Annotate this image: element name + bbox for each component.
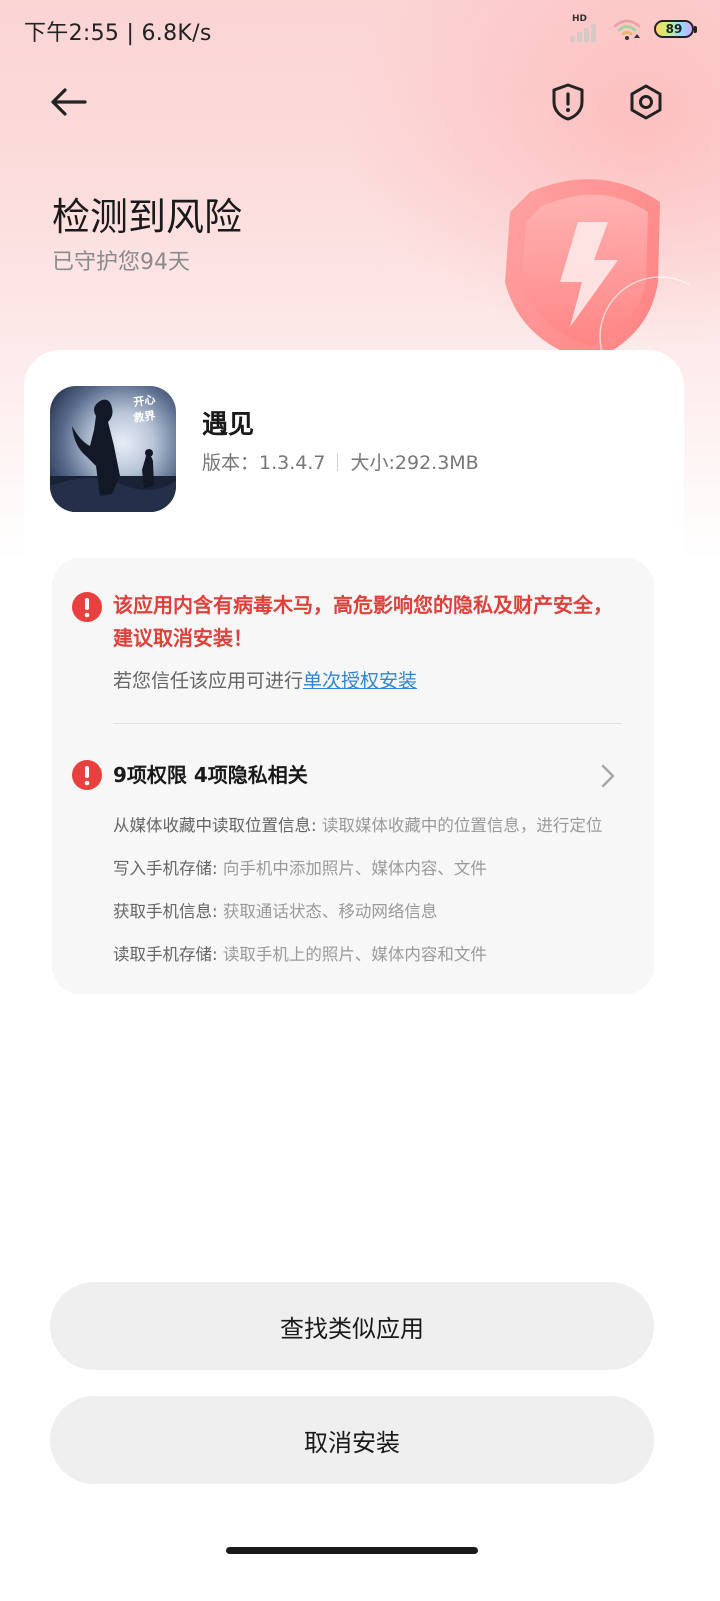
cancel-install-button[interactable]: 取消安装 — [50, 1396, 654, 1484]
network-badge: HD — [572, 14, 588, 24]
lightning-shield-icon — [505, 179, 690, 372]
status-time: 下午2:55 | 6.8K/s — [24, 21, 212, 46]
back-button[interactable] — [44, 78, 92, 126]
permission-item: 从媒体收藏中读取位置信息: 读取媒体收藏中的位置信息，进行定位 — [113, 816, 603, 835]
wifi-icon — [613, 19, 641, 40]
status-bar: 下午2:55 | 6.8K/s HD 89 — [0, 0, 720, 62]
app-icon: 开心 救界 — [50, 386, 176, 512]
find-similar-apps-button[interactable]: 查找类似应用 — [50, 1282, 654, 1370]
virus-warning-text: 该应用内含有病毒木马，高危影响您的隐私及财产安全，建议取消安装！ — [113, 593, 613, 650]
alert-icon — [72, 760, 102, 790]
gear-icon — [630, 84, 662, 120]
security-shield-button[interactable] — [544, 78, 592, 126]
svg-text:救界: 救界 — [132, 408, 156, 425]
app-meta: 版本：1.3.4.7 大小:292.3MB — [202, 448, 479, 475]
single-authorize-install-link[interactable]: 单次授权安装 — [303, 670, 417, 692]
settings-button[interactable] — [622, 78, 670, 126]
permission-item: 读取手机存储: 读取手机上的照片、媒体内容和文件 — [113, 945, 487, 964]
app-size: 大小:292.3MB — [350, 452, 479, 474]
page-title: 检测到风险 — [52, 195, 243, 239]
permission-item: 写入手机存储: 向手机中添加照片、媒体内容、文件 — [113, 859, 487, 878]
arrow-left-icon — [51, 88, 87, 116]
screen: 下午2:55 | 6.8K/s HD 89 检测到风险 已守护您94天 开心 救… — [0, 0, 720, 1601]
app-version: 版本：1.3.4.7 — [202, 452, 326, 474]
meta-divider — [337, 452, 339, 471]
permissions-summary[interactable]: 9项权限 4项隐私相关 — [113, 759, 308, 788]
trust-install-line: 若您信任该应用可进行单次授权安装 — [113, 666, 417, 693]
app-icon-text: 开心 — [133, 393, 157, 409]
app-name: 遇见 — [202, 410, 255, 440]
alert-icon — [72, 592, 102, 622]
hd-signal-icon: HD — [570, 14, 600, 42]
page-subtitle: 已守护您94天 — [52, 250, 190, 275]
status-icons: HD 89 — [570, 14, 697, 42]
permission-item: 获取手机信息: 获取通话状态、移动网络信息 — [113, 902, 438, 921]
divider — [113, 723, 622, 724]
battery-icon: 89 — [654, 20, 697, 38]
battery-level: 89 — [665, 22, 683, 36]
chevron-right-icon[interactable] — [596, 762, 620, 790]
home-indicator[interactable] — [226, 1547, 478, 1554]
shield-alert-icon — [552, 83, 584, 121]
trust-prefix: 若您信任该应用可进行 — [113, 670, 304, 692]
